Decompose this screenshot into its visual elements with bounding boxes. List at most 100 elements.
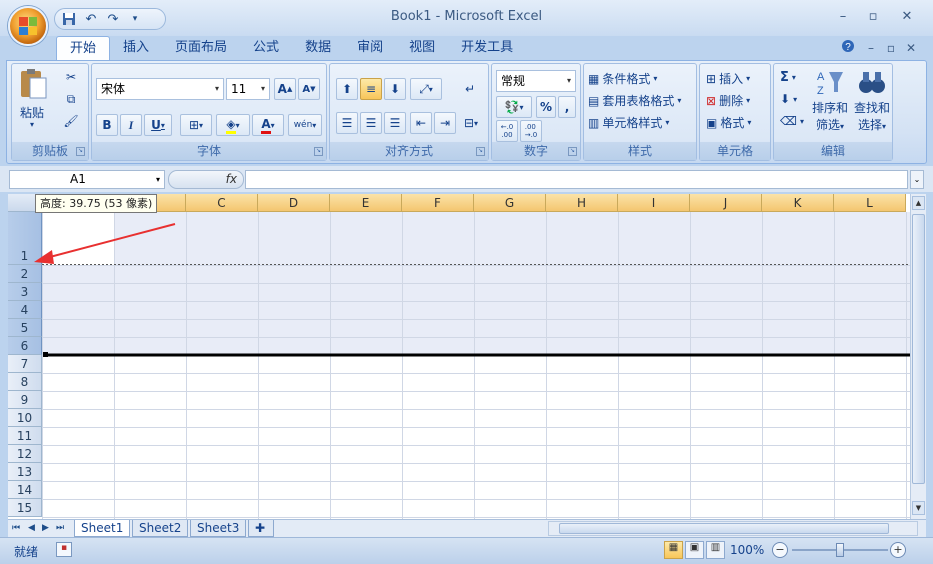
delete-cells-button[interactable]: ⊠ 删除 ▾ — [706, 92, 750, 109]
format-painter-icon[interactable]: 🖌 — [60, 112, 82, 130]
italic-button[interactable]: I — [120, 114, 142, 136]
decrease-indent-icon[interactable]: ⇤ — [410, 112, 432, 134]
prev-sheet-icon[interactable]: ◀ — [28, 523, 35, 533]
row-header-8[interactable]: 8 — [8, 373, 42, 391]
shrink-font-icon[interactable]: A ▼ — [298, 78, 320, 100]
ribbon-minimize-icon[interactable]: – — [864, 39, 878, 57]
column-header-k[interactable]: K — [762, 194, 834, 212]
next-sheet-icon[interactable]: ▶ — [42, 523, 49, 533]
sheet-tab-3[interactable]: Sheet3 — [190, 520, 247, 537]
align-middle-icon[interactable]: ≡ — [360, 78, 382, 100]
vertical-scrollbar[interactable]: ▲ ▼ — [910, 194, 926, 519]
row-header-9[interactable]: 9 — [8, 391, 42, 409]
zoom-slider-thumb[interactable] — [836, 543, 844, 557]
tab-insert[interactable]: 插入 — [110, 36, 162, 60]
page-layout-view-icon[interactable]: ▣ — [685, 541, 704, 559]
row-header-14[interactable]: 14 — [8, 481, 42, 499]
sheet-tab-1[interactable]: Sheet1 — [74, 520, 131, 537]
tab-page-layout[interactable]: 页面布局 — [162, 36, 240, 60]
sort-filter-button[interactable]: AZ 排序和 筛选▾ — [810, 68, 850, 138]
maximize-icon[interactable]: ▫ — [862, 8, 884, 26]
new-sheet-icon[interactable]: ✚ — [248, 520, 274, 537]
phonetic-icon[interactable]: wén ▾ — [288, 114, 322, 136]
cell-styles-button[interactable]: ▥ 单元格样式 ▾ — [588, 114, 669, 131]
tab-developer[interactable]: 开发工具 — [448, 36, 526, 60]
font-color-icon[interactable]: A ▾ — [252, 114, 284, 136]
minimize-icon[interactable]: – — [832, 8, 854, 26]
horizontal-scrollbar[interactable] — [548, 521, 918, 536]
fill-color-icon[interactable]: ◈ ▾ — [216, 114, 250, 136]
bold-button[interactable]: B — [96, 114, 118, 136]
macro-record-icon[interactable]: ▪ — [56, 542, 72, 557]
zoom-level[interactable]: 100% — [730, 543, 764, 557]
tab-data[interactable]: 数据 — [292, 36, 344, 60]
row-header-10[interactable]: 10 — [8, 409, 42, 427]
format-cells-button[interactable]: ▣ 格式 ▾ — [706, 114, 751, 131]
tab-formulas[interactable]: 公式 — [240, 36, 292, 60]
help-icon[interactable]: ? — [840, 39, 856, 57]
row-header-3[interactable]: 3 — [8, 283, 42, 301]
column-header-i[interactable]: I — [618, 194, 690, 212]
ribbon-restore-icon[interactable]: ▫ — [884, 39, 898, 57]
horizontal-scroll-thumb[interactable] — [559, 523, 889, 534]
office-button[interactable] — [8, 6, 48, 46]
autosum-button[interactable]: Σ ▾ — [780, 70, 796, 85]
merge-center-icon[interactable]: ⊟ ▾ — [458, 112, 484, 134]
cut-icon[interactable]: ✂ — [60, 68, 82, 86]
insert-cells-button[interactable]: ⊞ 插入 ▾ — [706, 70, 750, 87]
tab-home[interactable]: 开始 — [56, 36, 111, 60]
column-header-f[interactable]: F — [402, 194, 474, 212]
fill-icon[interactable]: ⬇ ▾ — [780, 92, 797, 106]
first-sheet-icon[interactable]: ⏮ — [12, 523, 20, 533]
name-box[interactable]: A1 ▾ — [9, 170, 165, 189]
conditional-format-button[interactable]: ▦ 条件格式 ▾ — [588, 70, 657, 87]
normal-view-icon[interactable]: ▦ — [664, 541, 683, 559]
increase-decimal-icon[interactable]: ←.0.00 — [496, 120, 518, 142]
row-header-7[interactable]: 7 — [8, 355, 42, 373]
accounting-format-icon[interactable]: 💱 ▾ — [496, 96, 532, 118]
dialog-launcher-icon[interactable]: ↘ — [76, 147, 85, 156]
dialog-launcher-icon[interactable]: ↘ — [568, 147, 577, 156]
page-break-view-icon[interactable]: ▥ — [706, 541, 725, 559]
align-left-icon[interactable]: ☰ — [336, 112, 358, 134]
align-top-icon[interactable]: ⬆ — [336, 78, 358, 100]
row-header-12[interactable]: 12 — [8, 445, 42, 463]
column-header-d[interactable]: D — [258, 194, 330, 212]
orientation-icon[interactable]: ⤢ ▾ — [410, 78, 442, 100]
insert-function-button[interactable]: fx — [168, 170, 244, 189]
align-right-icon[interactable]: ☰ — [384, 112, 406, 134]
zoom-in-icon[interactable]: + — [890, 542, 906, 558]
font-size-select[interactable]: 11 ▾ — [226, 78, 270, 100]
comma-style-button[interactable]: , — [558, 96, 576, 118]
row-header-15[interactable]: 15 — [8, 499, 42, 517]
align-center-icon[interactable]: ☰ — [360, 112, 382, 134]
column-header-c[interactable]: C — [186, 194, 258, 212]
formula-input[interactable] — [245, 170, 908, 189]
column-header-e[interactable]: E — [330, 194, 402, 212]
format-as-table-button[interactable]: ▤ 套用表格格式 ▾ — [588, 92, 681, 109]
align-bottom-icon[interactable]: ⬇ — [384, 78, 406, 100]
decrease-decimal-icon[interactable]: .00 →.0 — [520, 120, 542, 142]
ribbon-close-icon[interactable]: ✕ — [904, 39, 918, 57]
tab-view[interactable]: 视图 — [396, 36, 448, 60]
zoom-slider[interactable] — [792, 543, 888, 557]
tab-review[interactable]: 审阅 — [344, 36, 396, 60]
row-header-6[interactable]: 6 — [8, 337, 42, 355]
percent-style-button[interactable]: % — [536, 96, 556, 118]
row-header-13[interactable]: 13 — [8, 463, 42, 481]
clear-icon[interactable]: ⌫ ▾ — [780, 114, 804, 128]
last-sheet-icon[interactable]: ⏭ — [56, 523, 64, 533]
close-icon[interactable]: ✕ — [896, 8, 918, 26]
column-header-l[interactable]: L — [834, 194, 906, 212]
row-header-4[interactable]: 4 — [8, 301, 42, 319]
find-select-button[interactable]: 查找和 选择▾ — [852, 68, 892, 138]
dialog-launcher-icon[interactable]: ↘ — [314, 147, 323, 156]
column-header-g[interactable]: G — [474, 194, 546, 212]
column-header-j[interactable]: J — [690, 194, 762, 212]
copy-icon[interactable]: ⧉ — [60, 90, 82, 108]
underline-button[interactable]: U ▾ — [144, 114, 172, 136]
expand-formula-bar-icon[interactable]: ⌄ — [910, 170, 924, 189]
wrap-text-icon[interactable]: ↵ — [458, 78, 482, 100]
vertical-scroll-thumb[interactable] — [912, 214, 925, 484]
sheet-tab-2[interactable]: Sheet2 — [132, 520, 189, 537]
